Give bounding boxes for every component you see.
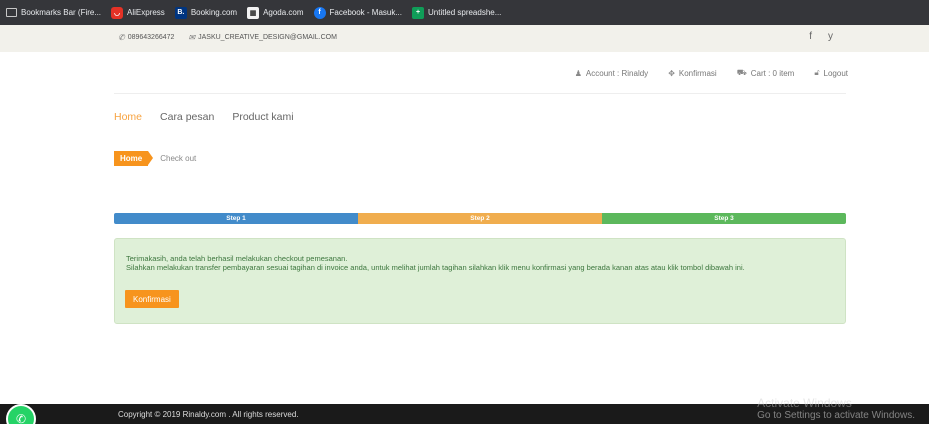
booking-icon: B. [174, 6, 187, 19]
bookmark-label: Agoda.com [263, 8, 304, 17]
nav-cara-pesan[interactable]: Cara pesan [160, 111, 214, 123]
folder-icon [6, 8, 17, 17]
cart-icon: ⛟ [736, 68, 747, 77]
activation-watermark: Activate Windows Go to Settings to activ… [757, 396, 915, 422]
email-contact: ✉ JASKU_CREATIVE_DESIGN@GMAIL.COM [188, 33, 337, 42]
phone-number: 089643266472 [127, 34, 175, 41]
account-label: Account : Rinaldy [585, 68, 649, 78]
checkout-steps: Step 1 Step 2 Step 3 [114, 213, 846, 224]
bookmark-label: AliExpress [127, 8, 165, 17]
divider [114, 93, 846, 94]
main-nav: Home Cara pesan Product kami [114, 111, 312, 123]
social-links: f y [793, 31, 833, 42]
bookmark-agoda[interactable]: ▦ Agoda.com [247, 6, 304, 19]
konfirmasi-label: Konfirmasi [678, 68, 717, 78]
move-icon: ✥ [668, 68, 675, 78]
breadcrumb-home[interactable]: Home [114, 151, 154, 166]
bookmark-facebook[interactable]: f Facebook - Masuk... [313, 6, 403, 19]
copyright-text: Copyright © 2019 Rinaldy.com . All right… [118, 410, 299, 419]
nav-home[interactable]: Home [114, 111, 142, 123]
bookmark-label: Untitled spreadshe... [428, 8, 502, 17]
step-3: Step 3 [602, 213, 846, 224]
bookmark-aliexpress[interactable]: ◡ AliExpress [111, 6, 165, 19]
alert-line-2: Silahkan melakukan transfer pembayaran s… [126, 262, 745, 272]
breadcrumb-current: Check out [160, 154, 197, 163]
facebook-icon: f [313, 6, 326, 19]
breadcrumb: Home Check out [114, 151, 196, 166]
watermark-subtitle: Go to Settings to activate Windows. [757, 410, 915, 422]
twitter-link-icon[interactable]: y [828, 31, 833, 42]
nav-product-kami[interactable]: Product kami [232, 111, 293, 123]
step-2: Step 2 [358, 213, 602, 224]
aliexpress-icon: ◡ [111, 6, 124, 19]
alert-message: Terimakasih, anda telah berhasil melakuk… [126, 254, 826, 272]
account-link[interactable]: ♟ Account : Rinaldy [575, 68, 648, 78]
bookmark-label: Bookmarks Bar (Fire... [21, 8, 102, 17]
agoda-icon: ▦ [247, 6, 260, 19]
bookmarks-bar: Bookmarks Bar (Fire... ◡ AliExpress B. B… [0, 0, 929, 25]
bookmark-booking[interactable]: B. Booking.com [174, 6, 238, 19]
bookmark-label: Facebook - Masuk... [329, 8, 403, 17]
envelope-icon: ✉ [188, 33, 196, 42]
konfirmasi-button[interactable]: Konfirmasi [125, 290, 179, 308]
contact-topbar: ✆ 089643266472 ✉ JASKU_CREATIVE_DESIGN@G… [0, 25, 929, 52]
watermark-title: Activate Windows [757, 396, 852, 410]
bookmark-folder[interactable]: Bookmarks Bar (Fire... [6, 8, 101, 17]
phone-icon: ✆ [118, 33, 125, 42]
checkout-success-alert: Terimakasih, anda telah berhasil melakuk… [114, 238, 846, 324]
bookmark-sheets[interactable]: + Untitled spreadshe... [412, 6, 502, 19]
logout-link[interactable]: 🔓︎ Logout [814, 68, 848, 78]
user-icon: ♟ [574, 68, 582, 78]
cart-label: Cart : 0 item [750, 68, 795, 78]
logout-label: Logout [823, 68, 848, 78]
cart-link[interactable]: ⛟ Cart : 0 item [737, 68, 795, 78]
konfirmasi-link[interactable]: ✥ Konfirmasi [668, 68, 717, 78]
bookmark-label: Booking.com [190, 8, 238, 17]
sheets-icon: + [412, 6, 425, 19]
account-nav: ♟ Account : Rinaldy ✥ Konfirmasi ⛟ Cart … [555, 68, 848, 78]
step-1: Step 1 [114, 213, 358, 224]
phone-contact: ✆ 089643266472 [118, 33, 174, 42]
contact-info: ✆ 089643266472 ✉ JASKU_CREATIVE_DESIGN@G… [118, 33, 351, 42]
email-address: JASKU_CREATIVE_DESIGN@GMAIL.COM [198, 34, 337, 41]
unlock-icon: 🔓︎ [814, 68, 820, 77]
facebook-link-icon[interactable]: f [809, 31, 812, 42]
